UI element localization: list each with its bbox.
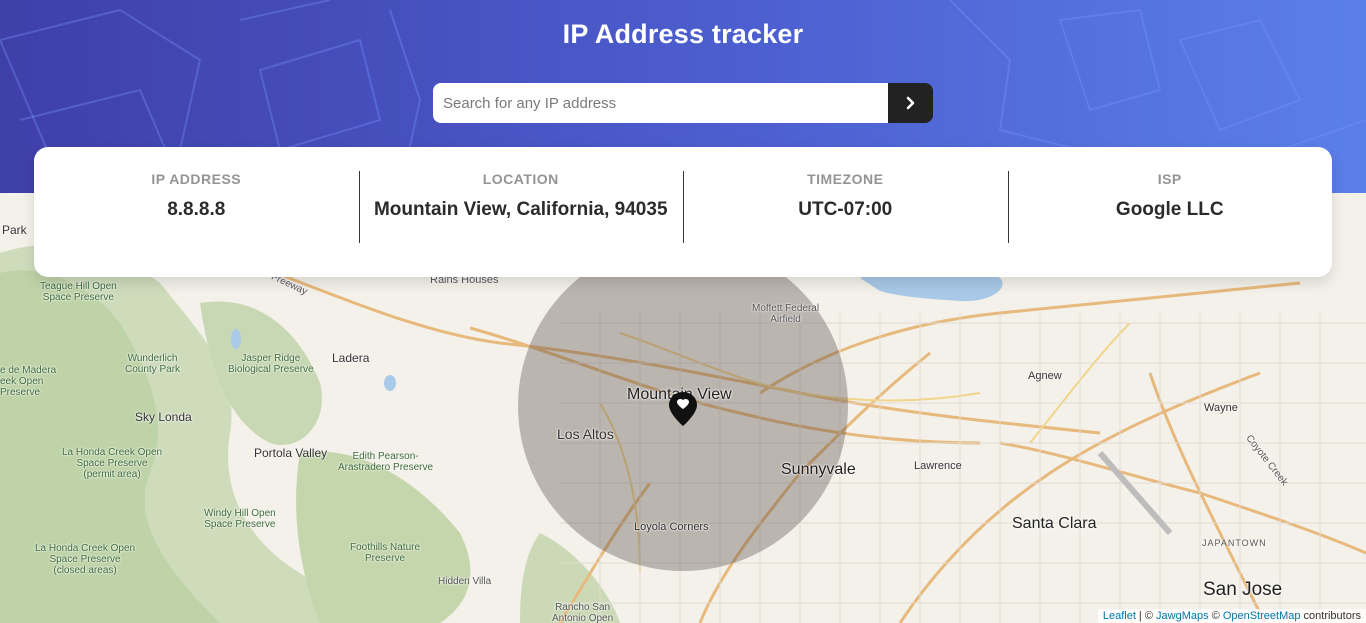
info-value: UTC-07:00: [798, 199, 893, 220]
info-timezone: TIMEZONE UTC-07:00: [683, 147, 1008, 277]
info-isp: ISP Google LLC: [1007, 147, 1333, 277]
ip-info-panel: IP ADDRESS 8.8.8.8 LOCATION Mountain Vie…: [34, 147, 1332, 277]
info-value: 8.8.8.8: [167, 199, 226, 220]
map-label: Portola Valley: [254, 446, 328, 460]
map-label: Hidden Villa: [438, 576, 492, 587]
map-label: Lawrence: [914, 460, 962, 472]
info-value: Google LLC: [1115, 199, 1224, 220]
page-title: IP Address tracker: [562, 19, 804, 49]
info-label: TIMEZONE: [807, 171, 884, 187]
map-label: Jasper Ridge Biological Preserve: [228, 353, 314, 375]
leaflet-link[interactable]: Leaflet: [1103, 610, 1136, 622]
map-label: Santa Clara: [1012, 515, 1097, 532]
map-label: La Honda Creek Open Space Preserve (clos…: [35, 543, 136, 576]
map-label: Park: [2, 223, 27, 237]
map-label: Foothills Nature Preserve: [350, 542, 421, 564]
map-label: Wunderlich County Park: [125, 353, 181, 375]
map-label: Loyola Corners: [634, 521, 709, 533]
info-label: ISP: [1157, 171, 1182, 187]
ip-search-form: [433, 83, 933, 123]
map-label: Wayne: [1204, 402, 1238, 414]
info-ip-address: IP ADDRESS 8.8.8.8: [34, 147, 359, 277]
map-label: Moffett Federal Airfield: [752, 303, 820, 325]
map-label: Los Altos: [557, 426, 614, 442]
attribution-separator: ©: [1208, 610, 1223, 622]
map-attribution: Leaflet | © JawgMaps © OpenStreetMap con…: [1097, 609, 1366, 623]
info-value: Mountain View, California, 94035: [373, 199, 668, 220]
map-label: Ladera: [332, 351, 370, 365]
info-label: LOCATION: [482, 171, 559, 187]
ip-search-input[interactable]: [433, 83, 888, 123]
info-label: IP ADDRESS: [151, 171, 242, 187]
attribution-text: contributors: [1300, 610, 1361, 622]
map-label: Agnew: [1028, 370, 1062, 382]
search-submit-button[interactable]: [888, 83, 933, 123]
map-pin-icon[interactable]: [668, 391, 698, 427]
info-location: LOCATION Mountain View, California, 9403…: [358, 147, 684, 277]
openstreetmap-link[interactable]: OpenStreetMap: [1223, 610, 1301, 622]
map-label: JAPANTOWN: [1202, 538, 1267, 548]
map-label: Rancho San Antonio Open: [552, 602, 614, 623]
map-label: Teague Hill Open Space Preserve: [40, 281, 117, 303]
map-label: Sunnyvale: [781, 461, 856, 478]
map-label: San Jose: [1203, 579, 1283, 600]
map-label: Sky Londa: [135, 410, 192, 424]
attribution-separator: | ©: [1135, 610, 1157, 622]
map-label: e de Madera eek Open Preserve: [0, 365, 57, 398]
map-label: Edith Pearson- Arastradero Preserve: [338, 451, 434, 473]
chevron-right-icon: [906, 96, 914, 110]
map-label: La Honda Creek Open Space Preserve (perm…: [62, 447, 163, 480]
jawgmaps-link[interactable]: JawgMaps: [1156, 610, 1209, 622]
map-label: Windy Hill Open Space Preserve: [204, 508, 276, 530]
